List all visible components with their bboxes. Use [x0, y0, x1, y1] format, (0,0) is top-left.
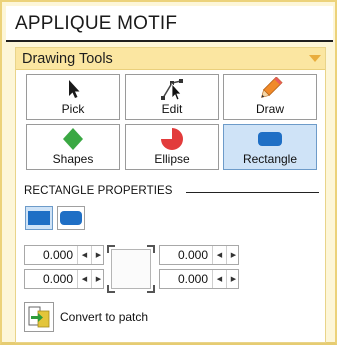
corner-marker	[147, 285, 155, 293]
corner-bottom-left-field[interactable]: ◀ ▶	[24, 269, 104, 289]
rectangle-properties-title: RECTANGLE PROPERTIES	[24, 185, 173, 197]
decrement-arrow-icon[interactable]: ◀	[77, 270, 91, 288]
convert-label: Convert to patch	[60, 310, 149, 324]
decrement-arrow-icon[interactable]: ◀	[212, 270, 226, 288]
applique-motif-panel: APPLIQUE MOTIF Drawing Tools Pick Edit D…	[0, 0, 337, 345]
corner-bottom-left-input[interactable]	[25, 270, 77, 288]
convert-icon-box	[24, 302, 54, 332]
increment-arrow-icon[interactable]: ▶	[91, 270, 105, 288]
corner-bottom-right-field[interactable]: ◀ ▶	[159, 269, 239, 289]
panel-title: APPLIQUE MOTIF	[15, 13, 178, 34]
decrement-arrow-icon[interactable]: ◀	[212, 246, 226, 264]
collapse-arrow-icon[interactable]	[309, 55, 321, 62]
shapes-tool-button[interactable]: Shapes	[26, 124, 120, 170]
pick-tool-button[interactable]: Pick	[26, 74, 120, 120]
corner-marker	[107, 245, 115, 253]
corner-top-left-input[interactable]	[25, 246, 77, 264]
increment-arrow-icon[interactable]: ▶	[226, 246, 240, 264]
tool-label: Edit	[161, 102, 183, 116]
ellipse-icon	[126, 127, 218, 151]
corner-top-right-input[interactable]	[160, 246, 212, 264]
drawing-tools-section: Drawing Tools Pick Edit Draw Shapes Elli…	[15, 47, 326, 343]
decrement-arrow-icon[interactable]: ◀	[77, 246, 91, 264]
square-corner-option-button[interactable]	[25, 206, 53, 230]
panel-header: APPLIQUE MOTIF	[6, 6, 333, 42]
corner-top-right-field[interactable]: ◀ ▶	[159, 245, 239, 265]
corner-bottom-right-input[interactable]	[160, 270, 212, 288]
corner-marker	[107, 285, 115, 293]
preview-box	[111, 249, 151, 289]
tool-label: Rectangle	[242, 152, 298, 166]
rectangle-icon	[224, 127, 316, 151]
tool-label: Draw	[255, 102, 284, 116]
rounded-rectangle-icon	[60, 211, 82, 225]
square-corner-rectangle-icon	[28, 211, 50, 225]
edit-node-icon	[126, 77, 218, 101]
convert-to-patch-icon	[28, 306, 50, 328]
section-title: Drawing Tools	[22, 51, 113, 67]
draw-tool-button[interactable]: Draw	[223, 74, 317, 120]
section-header[interactable]: Drawing Tools	[16, 48, 325, 70]
increment-arrow-icon[interactable]: ▶	[91, 246, 105, 264]
tool-label: Pick	[61, 102, 85, 116]
ellipse-tool-button[interactable]: Ellipse	[125, 124, 219, 170]
pick-arrow-icon	[27, 77, 119, 101]
tool-label: Shapes	[52, 152, 94, 166]
rectangle-tool-button[interactable]: Rectangle	[223, 124, 317, 170]
tool-label: Ellipse	[154, 152, 190, 166]
edit-tool-button[interactable]: Edit	[125, 74, 219, 120]
pencil-icon	[224, 77, 316, 101]
corner-marker	[147, 245, 155, 253]
increment-arrow-icon[interactable]: ▶	[226, 270, 240, 288]
diamond-icon	[27, 127, 119, 151]
rounded-corner-option-button[interactable]	[57, 206, 85, 230]
divider	[186, 192, 319, 193]
convert-to-patch-button[interactable]: Convert to patch	[24, 302, 164, 332]
corner-top-left-field[interactable]: ◀ ▶	[24, 245, 104, 265]
corner-preview	[107, 245, 155, 293]
